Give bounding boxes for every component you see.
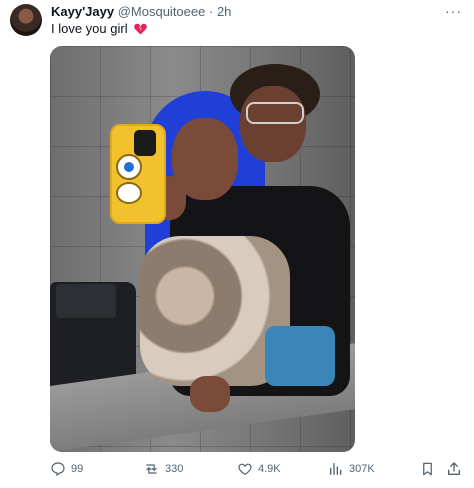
bookmark-button[interactable] [420,461,435,482]
phone-camera [134,130,156,156]
bookmark-icon [423,462,432,476]
more-options-icon[interactable]: ··· [445,3,462,19]
trash-lid [56,284,116,318]
tweet-actions: 99 330 4.9K 307K [0,456,474,482]
view-count: 307K [349,463,375,475]
share-button[interactable] [446,461,462,482]
author-name[interactable]: Kayy'Jayy [51,4,114,19]
share-icon [448,462,460,475]
jeans [265,326,335,386]
heart-icon [238,463,252,476]
hand [190,376,230,412]
tweet-header: Kayy'Jayy @Mosquitoeee · 2h [51,4,231,20]
like-count: 4.9K [258,463,281,475]
retweet-button[interactable]: 330 [143,461,183,477]
reply-count: 99 [71,463,84,475]
reply-button[interactable]: 99 [50,461,83,477]
tweet-body: I love you girl [51,21,128,36]
second-person-face [240,86,306,162]
analytics-icon [330,463,342,475]
like-button[interactable]: 4.9K [237,461,281,477]
author-avatar[interactable] [10,4,42,36]
author-handle[interactable]: @Mosquitoeee [118,4,206,19]
reply-icon [51,462,65,477]
phone-case-eye [116,182,142,204]
phone-case-eye [116,154,142,180]
glasses [246,102,304,124]
broken-heart-icon [134,23,147,39]
retweet-count: 330 [165,463,184,475]
tweet-media-photo[interactable] [50,46,355,452]
header-separator: · [208,4,214,19]
tweet-text: I love you girl [51,21,147,39]
timestamp[interactable]: 2h [217,4,231,19]
views-button[interactable]: 307K [328,461,375,477]
retweet-icon [146,464,157,474]
